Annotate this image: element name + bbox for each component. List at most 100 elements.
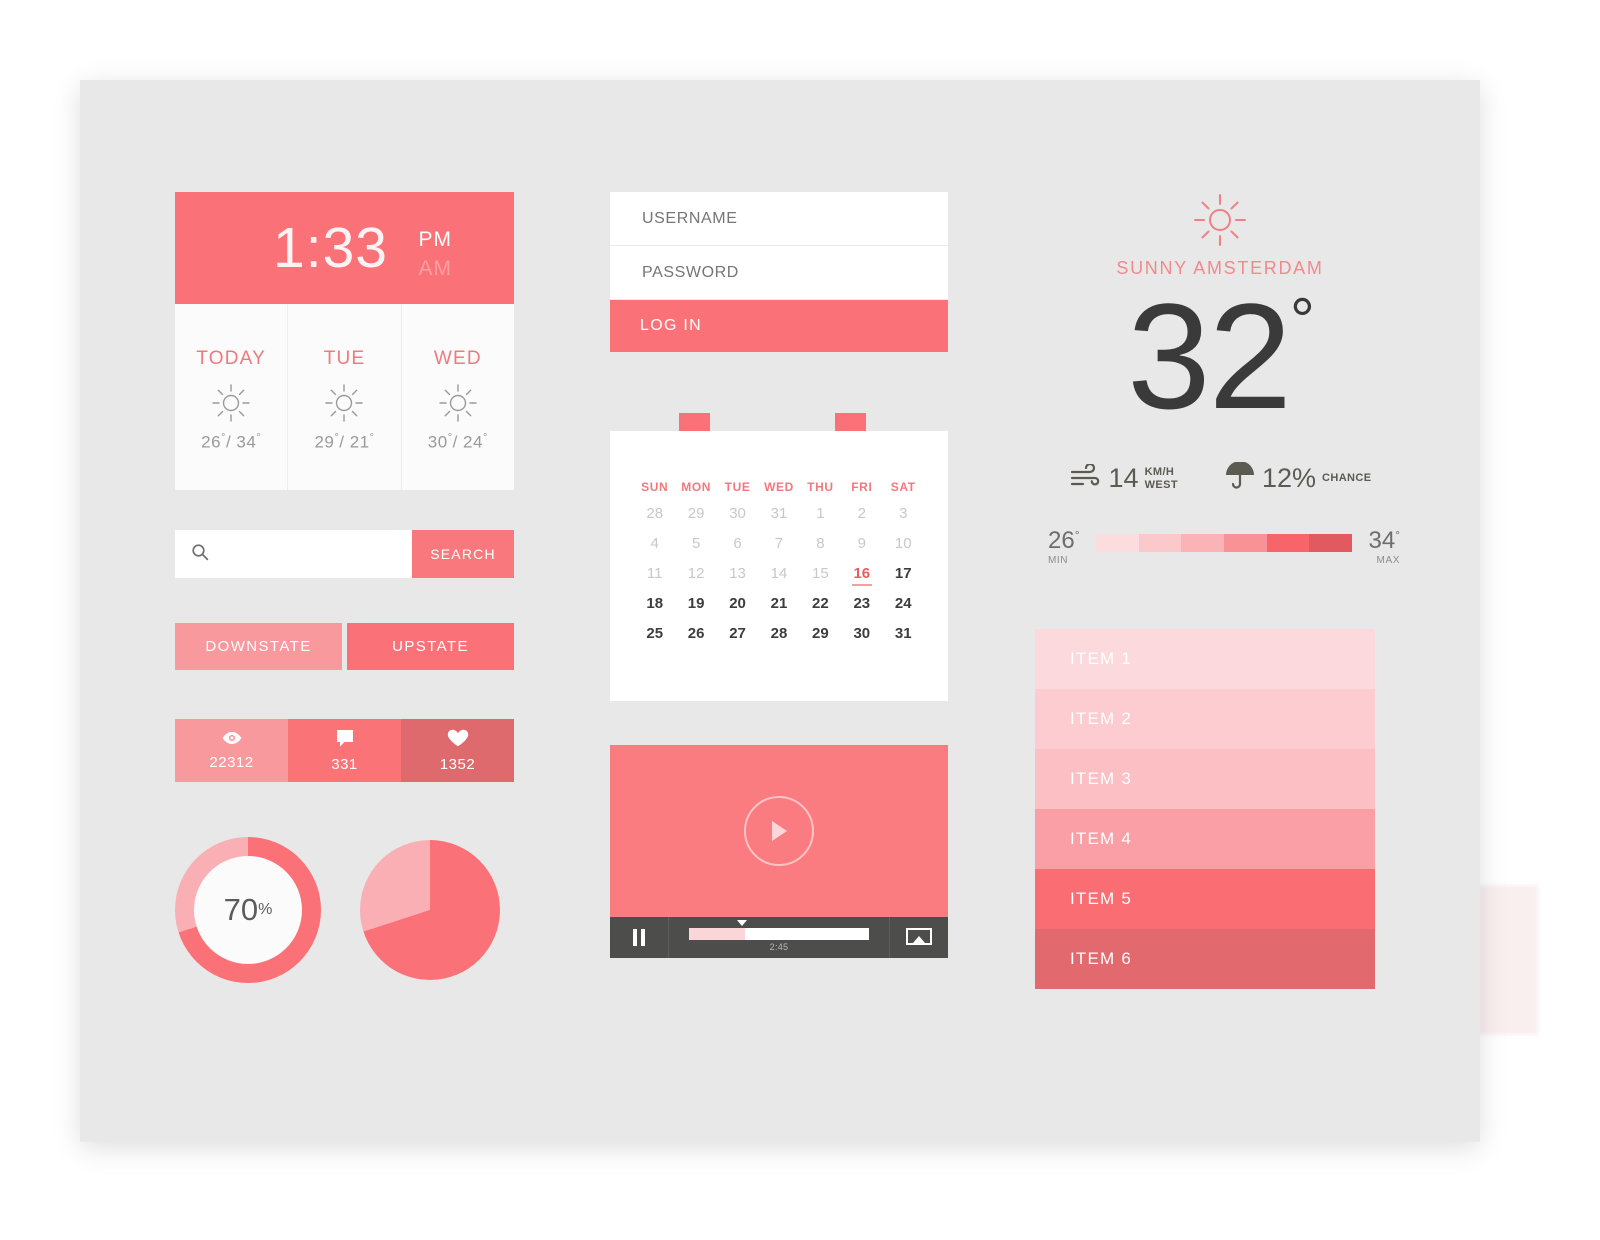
upstate-button[interactable]: UPSTATE [347,623,514,670]
calendar-day[interactable]: 25 [634,619,675,649]
forecast-cell-today[interactable]: TODAY 26°/ 34° [175,304,287,490]
sun-icon [288,380,400,426]
meridiem-pm[interactable]: PM [419,228,453,251]
gradient-segment [1224,533,1267,552]
calendar-day[interactable]: 13 [717,559,758,589]
calendar-day[interactable]: 26 [675,619,716,649]
items-list: ITEM 1 ITEM 2 ITEM 3 ITEM 4 ITEM 5 ITEM 6 [1035,629,1375,989]
login-button[interactable]: LOG IN [610,300,948,352]
weather-temperature: 32° [1040,281,1400,431]
calendar-day[interactable]: 12 [675,559,716,589]
meridiem-am[interactable]: AM [419,255,453,282]
list-item[interactable]: ITEM 3 [1035,749,1375,809]
search-icon [191,543,209,566]
gradient-segment [1181,533,1225,552]
play-icon[interactable] [744,796,814,866]
list-item-label: ITEM 5 [1070,889,1132,908]
calendar-day[interactable]: 6 [717,529,758,559]
calendar-day[interactable]: 8 [800,529,841,559]
calendar-day[interactable]: 31 [758,499,799,529]
video-progress-track[interactable] [689,920,869,940]
calendar-day[interactable]: 9 [841,529,882,559]
weekday-tue: TUE [724,480,751,494]
sun-icon [402,380,514,426]
calendar-day[interactable]: 27 [717,619,758,649]
forecast-day-label: TODAY [196,348,267,369]
pie-progress-chart [360,840,500,980]
list-item[interactable]: ITEM 4 [1035,809,1375,869]
forecast-cell-tue[interactable]: TUE 29°/ 21° [287,304,400,490]
calendar-week-row: 18 19 20 21 22 23 24 [634,589,924,619]
calendar-day[interactable]: 23 [841,589,882,619]
calendar-day[interactable]: 28 [758,619,799,649]
airplay-icon[interactable] [890,917,948,958]
weekday-wed: WED [764,480,794,494]
calendar-week-row: 11 12 13 14 15 16 17 [634,559,924,589]
state-button-group: DOWNSTATE UPSTATE [175,623,514,670]
calendar-day[interactable]: 29 [675,499,716,529]
video-controls: 2:45 [610,917,948,958]
password-field-row[interactable] [610,246,948,300]
edge-bleed-decoration [1478,885,1538,1035]
list-item[interactable]: ITEM 2 [1035,689,1375,749]
stat-likes[interactable]: 1352 [401,719,514,782]
wind-unit-line1: KM/H [1144,465,1175,478]
calendar-day[interactable]: 10 [883,529,924,559]
gradient-segment [1266,533,1310,552]
list-item[interactable]: ITEM 6 [1035,929,1375,989]
calendar-day[interactable]: 14 [758,559,799,589]
calendar-day[interactable]: 20 [717,589,758,619]
calendar-day-selected[interactable]: 16 [841,559,882,589]
calendar-day[interactable]: 1 [800,499,841,529]
video-progress-handle[interactable] [737,920,747,926]
range-max-label: MAX [1376,555,1400,566]
search-input[interactable] [219,544,412,564]
username-field-row[interactable] [610,192,948,246]
downstate-button[interactable]: DOWNSTATE [175,623,342,670]
stat-views[interactable]: 22312 [175,719,288,782]
clock-meridiem: PM AM [419,226,453,282]
calendar-day[interactable]: 7 [758,529,799,559]
calendar-day[interactable]: 30 [717,499,758,529]
gradient-segment [1138,533,1182,552]
calendar-day[interactable]: 5 [675,529,716,559]
heart-icon [447,729,469,752]
calendar-day[interactable]: 19 [675,589,716,619]
pause-icon[interactable] [610,917,669,958]
calendar-day[interactable]: 2 [841,499,882,529]
calendar-day[interactable]: 31 [883,619,924,649]
rain-unit-line1: CHANCE [1322,472,1372,484]
calendar-day[interactable]: 15 [800,559,841,589]
calendar-day[interactable]: 3 [883,499,924,529]
video-screen[interactable] [610,745,948,917]
range-min-value: 26 [1048,527,1075,554]
username-input[interactable] [640,208,922,229]
ui-kit-canvas: 1:33 PM AM TODAY 26°/ 34° TUE 29°/ 21° W… [80,80,1480,1142]
password-input[interactable] [640,262,922,283]
calendar-day[interactable]: 4 [634,529,675,559]
list-item[interactable]: ITEM 5 [1035,869,1375,929]
calendar-day[interactable]: 28 [634,499,675,529]
calendar-day[interactable]: 18 [634,589,675,619]
login-card: LOG IN [610,192,948,352]
calendar-day[interactable]: 11 [634,559,675,589]
calendar-day[interactable]: 24 [883,589,924,619]
calendar-day[interactable]: 21 [758,589,799,619]
calendar-day[interactable]: 17 [883,559,924,589]
video-progress-area[interactable]: 2:45 [669,917,890,958]
stat-comments[interactable]: 331 [288,719,401,782]
list-item[interactable]: ITEM 1 [1035,629,1375,689]
search-button[interactable]: SEARCH [412,530,514,578]
calendar-day[interactable]: 30 [841,619,882,649]
video-time-label: 2:45 [769,942,789,952]
wind-unit: KM/H WEST [1145,466,1178,492]
calendar-day[interactable]: 29 [800,619,841,649]
forecast-low: 29 [314,432,335,452]
search-input-wrap[interactable] [175,530,412,578]
forecast-cell-wed[interactable]: WED 30°/ 24° [400,304,514,490]
calendar-day[interactable]: 22 [800,589,841,619]
forecast-temp: 29°/ 21° [314,432,375,452]
calendar-grid: SUN MON TUE WED THU FRI SAT 28 29 30 31 1 2 3 4… [634,475,924,649]
forecast-temp: 26°/ 34° [201,432,262,452]
calendar-header-row: SUN MON TUE WED THU FRI SAT [634,475,924,499]
